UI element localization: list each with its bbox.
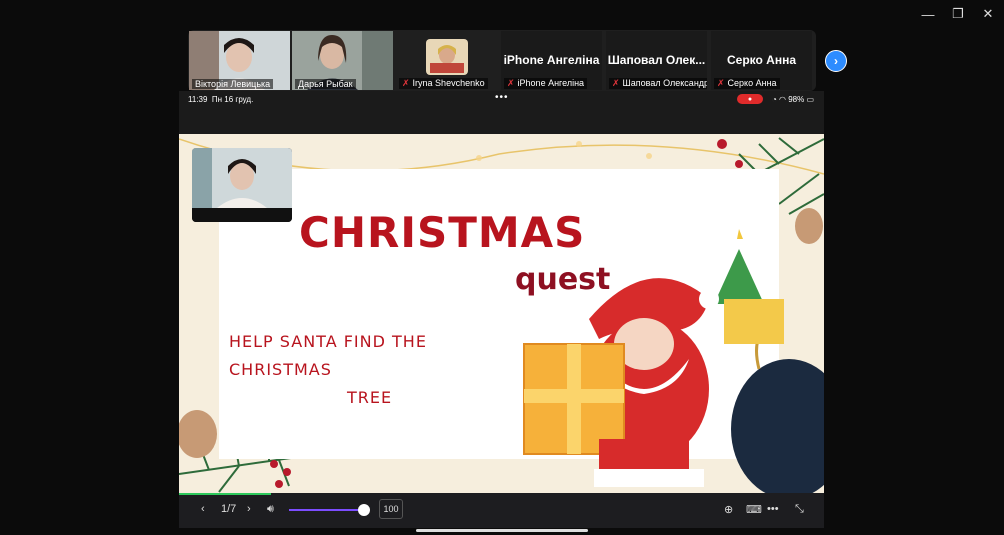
participant-tile[interactable]: Серко Анна ✗ Серко Анна (711, 31, 812, 90)
close-icon[interactable]: ✕ (980, 6, 996, 22)
recording-indicator-icon: ● (737, 94, 763, 104)
presentation-slide: CHRISTMAS quest HELP SANTA FIND THE CHRI… (179, 134, 824, 493)
volume-slider-fill (289, 509, 365, 511)
battery-status: ◔ ◠ 98% ▭ (771, 95, 814, 104)
volume-slider[interactable] (289, 504, 370, 516)
ipad-clock: 11:39 Пн 16 груд. (188, 95, 254, 104)
mic-muted-icon: ✗ (507, 78, 515, 88)
participant-name: ✗ Серко Анна (714, 78, 780, 89)
zoom-value[interactable]: 100 (379, 499, 403, 519)
participant-name: ✗ Iryna Shevchenko (399, 78, 488, 89)
mic-muted-icon: ✗ (402, 78, 410, 88)
more-dots-icon[interactable]: ••• (495, 92, 509, 103)
slide-counter: 1/7 (221, 503, 237, 515)
participant-tile[interactable]: ✗ Iryna Shevchenko (396, 31, 497, 90)
participant-tile[interactable]: Вікторія Левицька (189, 31, 290, 90)
more-options-icon[interactable]: ••• (767, 503, 779, 515)
participant-display-name: Серко Анна (726, 53, 797, 67)
home-indicator (416, 529, 588, 532)
volume-slider-knob[interactable] (358, 504, 370, 516)
keyboard-icon[interactable]: ⌨ (746, 503, 762, 516)
participant-tile[interactable]: iPhone Ангеліна ✗ iPhone Ангеліна (501, 31, 602, 90)
ipad-status-bar: 11:39 Пн 16 груд. ••• ● ◔ ◠ 98% ▭ (179, 91, 824, 109)
instruction-line: HELP SANTA FIND THE CHRISTMAS (229, 332, 427, 379)
slide-instruction: HELP SANTA FIND THE CHRISTMAS TREE (229, 328, 529, 412)
self-view-video[interactable] (192, 148, 292, 222)
participant-display-name: iPhone Ангеліна (503, 53, 600, 67)
participant-tile[interactable]: Шаповал Олек... ✗ Шаповал Олександра (606, 31, 707, 90)
participant-tile-active[interactable]: Дарья Рыбак (292, 31, 393, 90)
speaker-icon[interactable]: 🔊︎ (267, 503, 274, 516)
participant-name: Дарья Рыбак (295, 79, 356, 89)
santa-illustration (523, 229, 824, 493)
slide-progress-bar (179, 493, 271, 495)
self-view-person (192, 148, 292, 222)
participant-name: Вікторія Левицька (192, 79, 274, 89)
mic-muted-icon: ✗ (612, 78, 620, 88)
next-slide-button[interactable]: › (247, 503, 251, 515)
minimize-icon[interactable]: — (920, 6, 936, 22)
window-controls: — ❐ ✕ (920, 6, 996, 22)
presentation-toolbar: ‹ 1/7 › 🔊︎ 100 ⊕ ⌨ ••• ⤡ (179, 493, 824, 528)
next-participants-button[interactable]: › (825, 50, 847, 72)
zoom-in-icon[interactable]: ⊕ (724, 503, 733, 516)
participant-display-name: Шаповал Олек... (607, 53, 706, 67)
mic-muted-icon: ✗ (717, 78, 725, 88)
participant-name: ✗ Шаповал Олександра (609, 78, 707, 89)
participant-name: ✗ iPhone Ангеліна (504, 78, 588, 89)
instruction-line: TREE (347, 388, 393, 407)
prev-slide-button[interactable]: ‹ (201, 503, 205, 515)
chevron-right-icon: › (834, 54, 838, 68)
shared-screen: 11:39 Пн 16 груд. ••• ● ◔ ◠ 98% ▭ CHRIST… (179, 91, 824, 528)
exit-fullscreen-icon[interactable]: ⤡ (795, 503, 804, 516)
participant-strip: Вікторія Левицька Дарья Рыбак ✗ Iryna She… (188, 30, 816, 91)
restore-icon[interactable]: ❐ (950, 6, 966, 22)
